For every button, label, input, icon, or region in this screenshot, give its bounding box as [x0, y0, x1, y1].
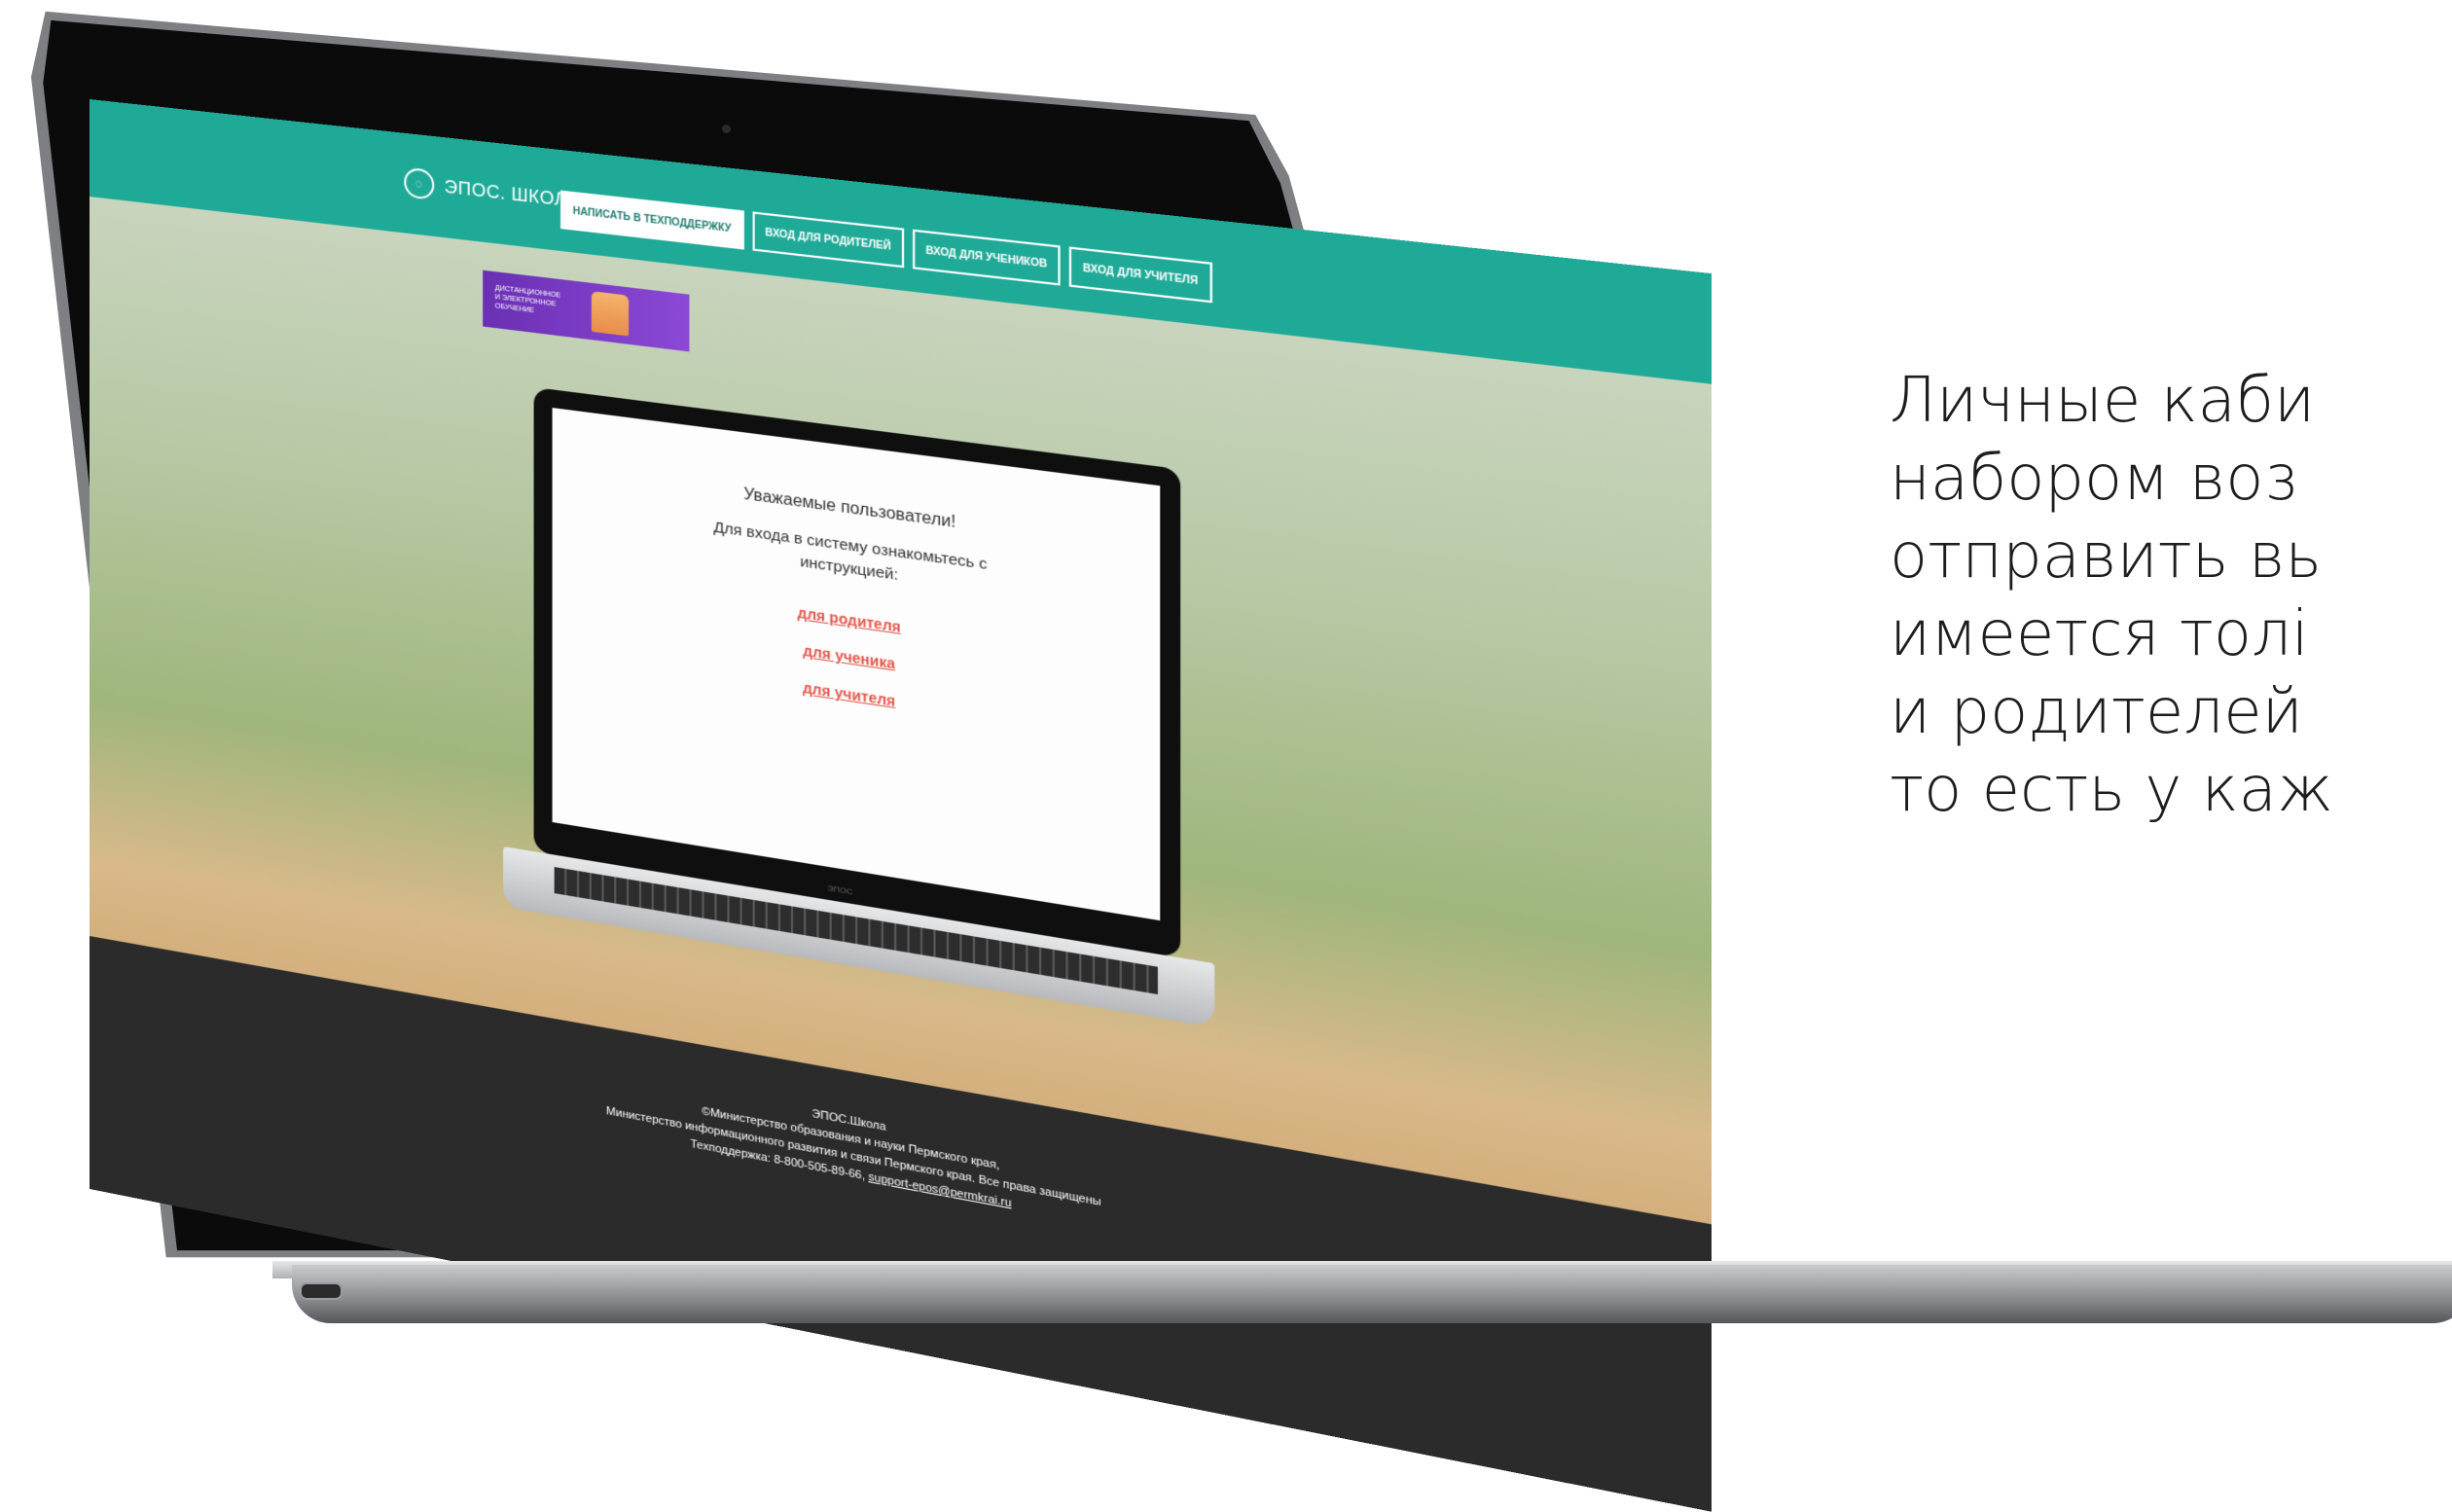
support-button[interactable]: НАПИСАТЬ В ТЕХПОДДЕРЖКУ	[560, 190, 744, 250]
description-line-1: Личные каби	[1890, 365, 2316, 437]
teachers-login-button[interactable]: ВХОД ДЛЯ УЧИТЕЛЯ	[1069, 246, 1212, 304]
banner-illustration	[591, 291, 630, 337]
distance-learning-banner[interactable]: ДИСТАНЦИОННОЕ И ЭЛЕКТРОННОЕ ОБУЧЕНИЕ	[483, 270, 690, 352]
logo-icon: ◌	[404, 166, 435, 200]
laptop-base	[292, 1265, 2452, 1323]
site-footer: ЭПОС.Школа ©Министерство образования и н…	[90, 936, 1713, 1512]
description-line-6: то есть у каж	[1890, 754, 2333, 826]
banner-text: ДИСТАНЦИОННОЕ И ЭЛЕКТРОННОЕ ОБУЧЕНИЕ	[494, 284, 561, 315]
usb-c-port-icon	[300, 1282, 343, 1300]
logo-text: ЭПОС. ШКОЛА	[444, 175, 580, 212]
webcam-icon	[722, 125, 731, 133]
site-logo[interactable]: ◌ ЭПОС. ШКОЛА	[404, 166, 580, 217]
description-line-4: имеется толі	[1890, 598, 2309, 670]
description-text: Личные каби набором воз отправить вь име…	[1890, 362, 2452, 829]
footer-line-2: ©Министерство образования и науки Пермск…	[702, 1104, 1000, 1172]
parents-login-button[interactable]: ВХОД ДЛЯ РОДИТЕЛЕЙ	[752, 211, 904, 269]
description-line-2: набором воз	[1890, 443, 2298, 515]
students-login-button[interactable]: ВХОД ДЛЯ УЧЕНИКОВ	[912, 229, 1061, 286]
description-line-3: отправить вь	[1890, 521, 2323, 593]
description-line-5: и родителей	[1890, 676, 2303, 748]
